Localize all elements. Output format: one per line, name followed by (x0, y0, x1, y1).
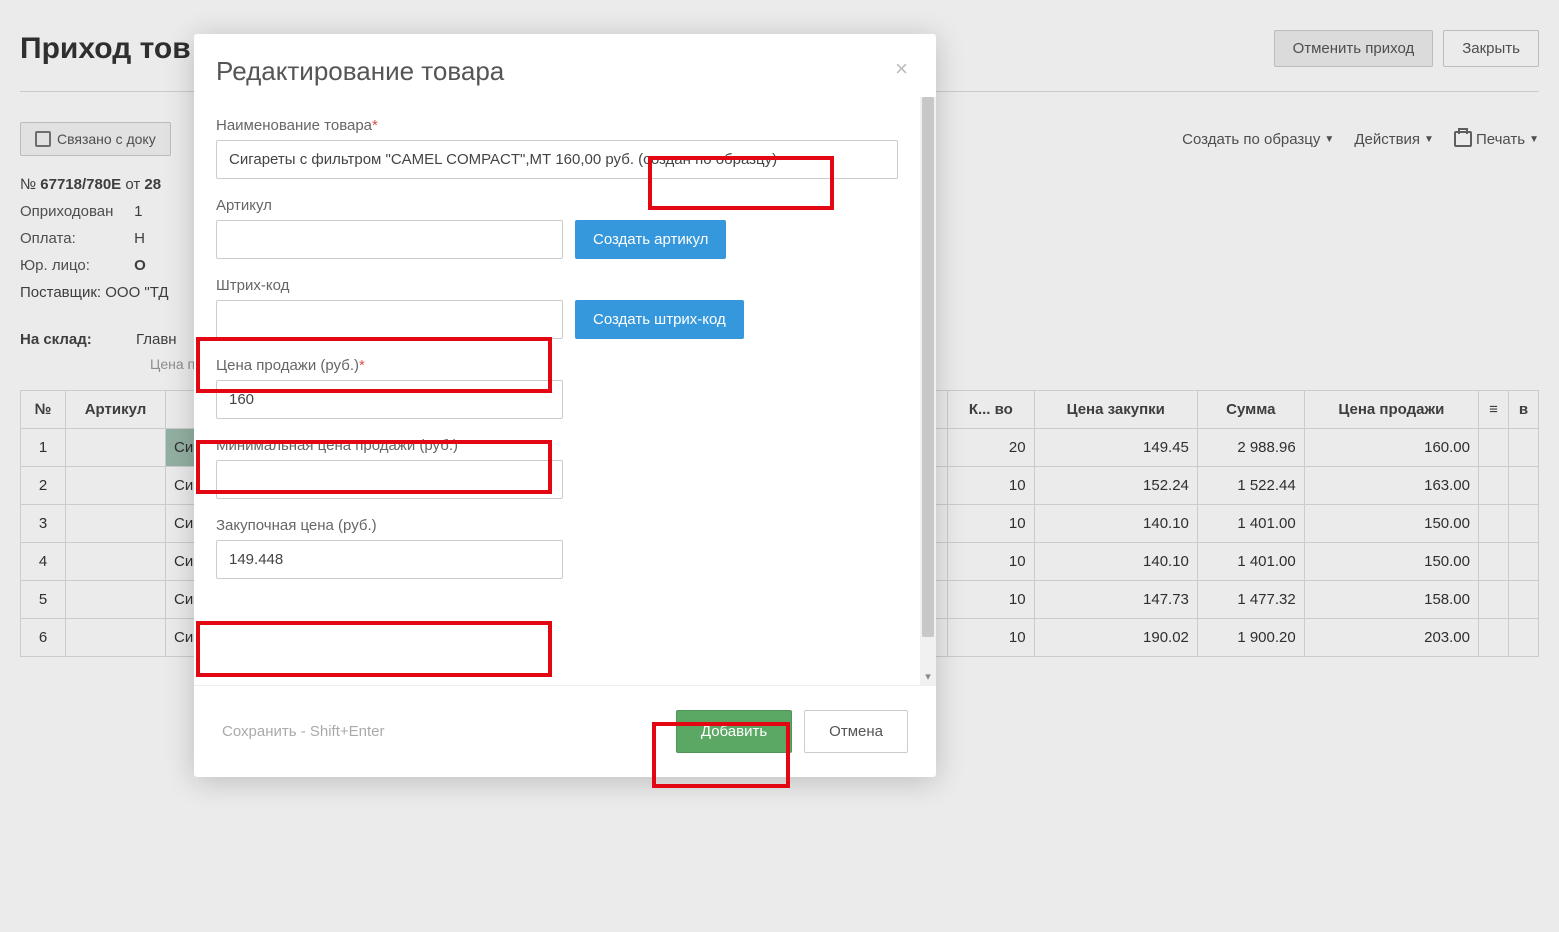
add-button[interactable]: Добавить (676, 710, 792, 753)
product-name-label: Наименование товара* (216, 117, 898, 134)
sku-input[interactable] (216, 220, 563, 259)
document-link-icon (35, 131, 51, 147)
sale-price-input[interactable] (216, 380, 563, 419)
min-price-label: Минимальная цена продажи (руб.) (216, 437, 898, 454)
posted-value: 1 (134, 203, 142, 220)
linked-doc-label: Связано с доку (57, 131, 156, 147)
scroll-down-icon[interactable]: ▾ (920, 670, 936, 683)
page-title: Приход тов (20, 32, 191, 66)
create-barcode-button[interactable]: Создать штрих-код (575, 300, 744, 339)
sale-price-label: Цена продажи (руб.)* (216, 357, 898, 374)
modal-title: Редактирование товара (216, 56, 504, 87)
product-name-input[interactable] (216, 140, 898, 179)
chevron-down-icon: ▼ (1424, 134, 1434, 145)
create-from-sample-action[interactable]: Создать по образцу ▼ (1182, 131, 1334, 148)
purchase-price-input[interactable] (216, 540, 563, 579)
modal-scrollbar[interactable]: ▾ (920, 97, 936, 685)
min-price-input[interactable] (216, 460, 563, 499)
warehouse-label: На склад: (20, 331, 92, 348)
warehouse-value: Главн (136, 331, 177, 348)
printer-icon (1454, 131, 1472, 147)
barcode-input[interactable] (216, 300, 563, 339)
payment-label: Оплата: (20, 230, 130, 247)
supplier-label: Поставщик: (20, 284, 105, 301)
chevron-down-icon: ▼ (1324, 134, 1334, 145)
save-hint: Сохранить - Shift+Enter (222, 723, 385, 740)
col-sale[interactable]: Цена продажи (1304, 391, 1478, 429)
close-button[interactable]: Закрыть (1443, 30, 1539, 67)
chevron-down-icon: ▼ (1529, 134, 1539, 145)
actions-dropdown[interactable]: Действия ▼ (1354, 131, 1434, 148)
linked-doc-button[interactable]: Связано с доку (20, 122, 171, 156)
col-sku[interactable]: Артикул (66, 391, 166, 429)
barcode-label: Штрих-код (216, 277, 898, 294)
col-menu[interactable]: ≡ (1479, 391, 1509, 429)
print-dropdown[interactable]: Печать ▼ (1454, 131, 1539, 148)
legal-entity-value: О (134, 257, 146, 274)
posted-label: Оприходован (20, 203, 130, 220)
col-sum[interactable]: Сумма (1197, 391, 1304, 429)
sku-label: Артикул (216, 197, 898, 214)
col-qty[interactable]: К... во (948, 391, 1034, 429)
cancel-button[interactable]: Отмена (804, 710, 908, 753)
create-sku-button[interactable]: Создать артикул (575, 220, 726, 259)
purchase-price-label: Закупочная цена (руб.) (216, 517, 898, 534)
payment-value: Н (134, 230, 145, 247)
supplier-value: ООО "ТД (105, 284, 168, 301)
col-v[interactable]: в (1509, 391, 1539, 429)
scrollbar-thumb[interactable] (922, 97, 934, 637)
cancel-receipt-button[interactable]: Отменить приход (1274, 30, 1434, 67)
legal-entity-label: Юр. лицо: (20, 257, 130, 274)
col-purchase[interactable]: Цена закупки (1034, 391, 1197, 429)
close-icon[interactable]: × (895, 56, 908, 82)
edit-product-modal: Редактирование товара × Наименование тов… (194, 34, 936, 777)
col-no[interactable]: № (21, 391, 66, 429)
